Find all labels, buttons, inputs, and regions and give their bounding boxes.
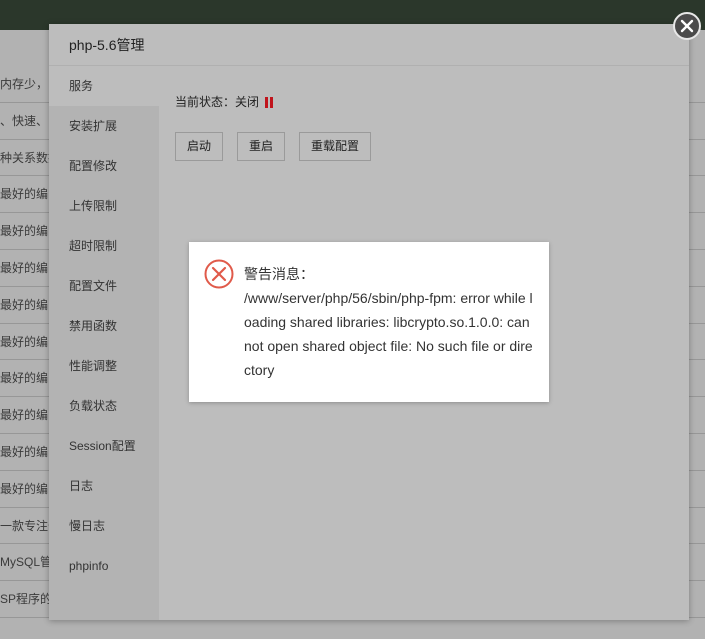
- sidebar-item-timeout-limit[interactable]: 超时限制: [49, 226, 159, 266]
- alert-dialog: 警告消息： /www/server/php/56/sbin/php-fpm: e…: [189, 242, 549, 402]
- status-label: 当前状态：: [175, 95, 236, 109]
- stopped-status-icon: [265, 97, 274, 109]
- sidebar-item-service[interactable]: 服务: [49, 66, 159, 106]
- sidebar-item-config-edit[interactable]: 配置修改: [49, 146, 159, 186]
- sidebar-item-install-extension[interactable]: 安装扩展: [49, 106, 159, 146]
- alert-title: 警告消息：: [244, 266, 314, 282]
- sidebar-item-upload-limit[interactable]: 上传限制: [49, 186, 159, 226]
- alert-content: 警告消息： /www/server/php/56/sbin/php-fpm: e…: [244, 262, 534, 382]
- sidebar-item-log[interactable]: 日志: [49, 466, 159, 506]
- alert-message: /www/server/php/56/sbin/php-fpm: error w…: [244, 290, 533, 378]
- sidebar-item-session[interactable]: Session配置: [49, 426, 159, 466]
- sidebar-item-slow-log[interactable]: 慢日志: [49, 506, 159, 546]
- sidebar-item-performance[interactable]: 性能调整: [49, 346, 159, 386]
- restart-button[interactable]: 重启: [237, 132, 286, 161]
- sidebar-item-load-status[interactable]: 负载状态: [49, 386, 159, 426]
- status-value: 关闭: [235, 95, 260, 109]
- dialog-title: php-5.6管理: [49, 24, 689, 66]
- sidebar-item-config-file[interactable]: 配置文件: [49, 266, 159, 306]
- close-icon: [680, 19, 694, 33]
- sidebar-item-disabled-functions[interactable]: 禁用函数: [49, 306, 159, 346]
- reload-config-button[interactable]: 重载配置: [299, 132, 372, 161]
- status-line: 当前状态：关闭: [175, 92, 673, 112]
- sidebar-item-phpinfo[interactable]: phpinfo: [49, 546, 159, 586]
- error-icon: [204, 259, 234, 289]
- close-dialog-button[interactable]: [673, 12, 701, 40]
- sidebar: 服务 安装扩展 配置修改 上传限制 超时限制 配置文件 禁用函数 性能调整 负载…: [49, 66, 159, 620]
- service-actions: 启动 重启 重载配置: [175, 132, 673, 161]
- start-button[interactable]: 启动: [175, 132, 224, 161]
